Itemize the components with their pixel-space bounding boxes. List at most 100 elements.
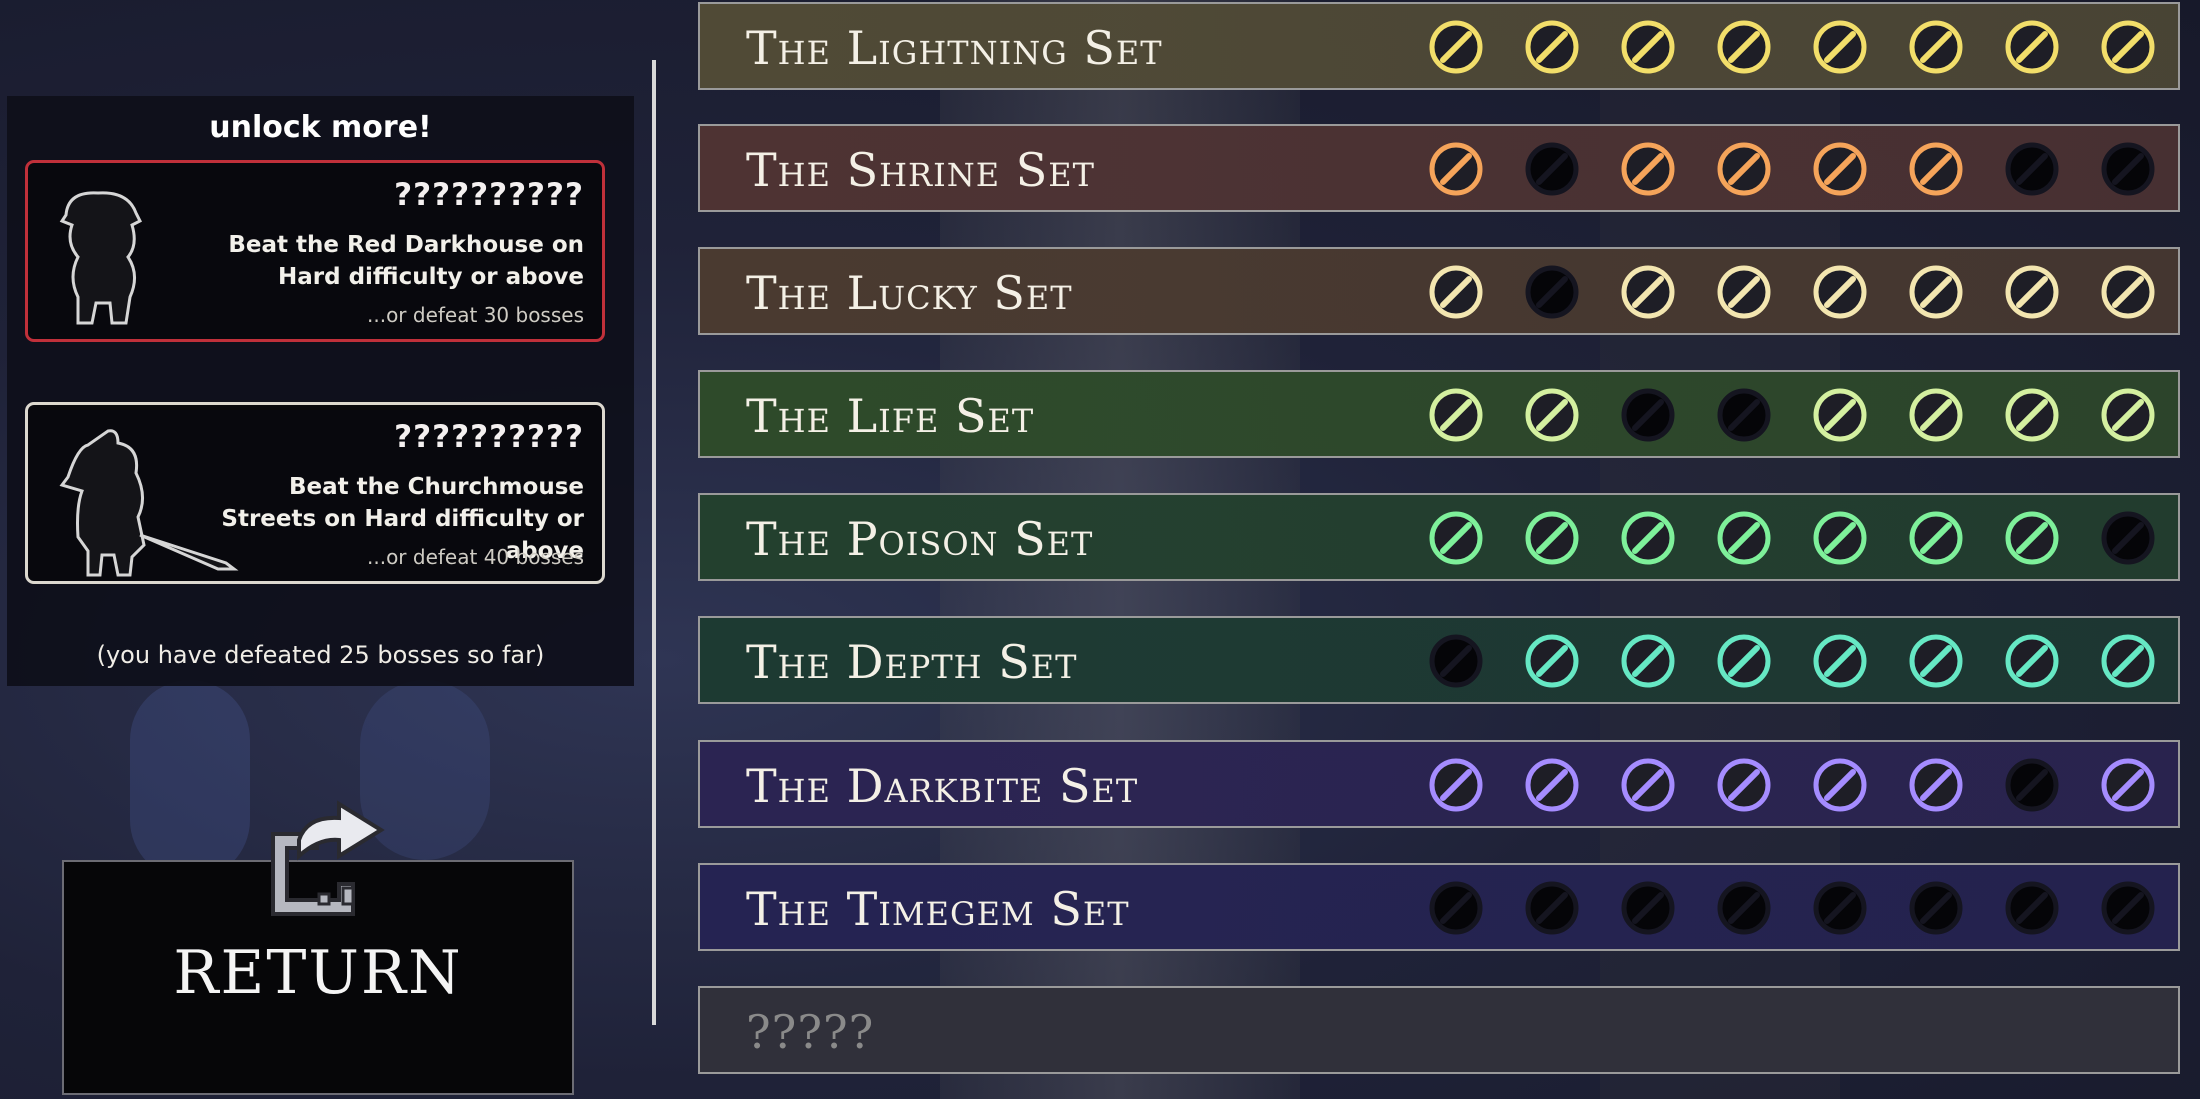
set-name: The Shrine Set [746,143,1095,197]
ring-icon[interactable] [1984,254,2080,330]
set-items [1408,254,2176,330]
set-row-lucky[interactable]: The Lucky Set [698,247,2180,335]
ring-icon[interactable] [1984,131,2080,207]
amulet-icon[interactable] [1792,377,1888,453]
armor-icon[interactable] [2080,131,2176,207]
orb-icon[interactable] [1696,747,1792,823]
gauntlet-icon[interactable] [1792,747,1888,823]
set-items [1408,623,2176,699]
set-name: The Timegem Set [746,882,1130,936]
set-name: The Poison Set [746,512,1094,566]
set-row-shrine[interactable]: The Shrine Set [698,124,2180,212]
wreath-icon[interactable] [2080,377,2176,453]
orb-icon[interactable] [1984,623,2080,699]
set-items [1408,9,2176,85]
set-row-timegem[interactable]: The Timegem Set [698,863,2180,951]
gauntlet-icon[interactable] [1792,500,1888,576]
bosses-defeated-note: (you have defeated 25 bosses so far) [96,641,545,669]
orb-icon[interactable] [1984,870,2080,946]
dress-icon[interactable] [1984,377,2080,453]
return-label: RETURN [173,938,463,1008]
set-items [1408,500,2176,576]
bow-icon[interactable] [1504,131,1600,207]
set-row-lightning[interactable]: The Lightning Set [698,2,2180,90]
unlock-alternative: ...or defeat 40 bosses [367,545,584,569]
shield-icon[interactable] [1888,254,1984,330]
set-name: The Darkbite Set [746,759,1139,813]
blade-icon[interactable] [1504,747,1600,823]
shield-icon[interactable] [1696,870,1792,946]
tome-icon[interactable] [1504,623,1600,699]
book-icon[interactable] [1408,254,1504,330]
staff-icon[interactable] [1504,500,1600,576]
scythe-icon[interactable] [1696,623,1792,699]
bracelet-icon[interactable] [1888,377,1984,453]
return-arrow-icon [271,800,385,916]
dragonfly-icon[interactable] [1888,9,1984,85]
set-items [1408,747,2176,823]
bow-ribbon-icon[interactable] [1888,131,1984,207]
trident-icon[interactable] [1408,9,1504,85]
sword-icon[interactable] [1600,623,1696,699]
unlock-alternative: ...or defeat 30 bosses [367,303,584,327]
cauldron-icon[interactable] [1600,500,1696,576]
glasses-icon[interactable] [1888,870,1984,946]
gauntlet-icon[interactable] [1984,9,2080,85]
unlock-card-red-darkhouse: ?????????? Beat the Red Darkhouse on Har… [25,160,605,342]
sword-icon[interactable] [1504,254,1600,330]
spear-icon[interactable] [1504,870,1600,946]
necklace-icon[interactable] [1888,500,1984,576]
hidden-character-name: ?????????? [394,419,584,455]
bow-icon[interactable] [1696,500,1792,576]
staff-icon[interactable] [1504,9,1600,85]
shell-icon[interactable] [1408,623,1504,699]
unlock-condition: Beat the Red Darkhouse on Hard difficult… [228,232,584,290]
unlock-title: unlock more! [209,110,432,145]
spear-icon[interactable] [1504,377,1600,453]
shrine-robe-icon[interactable] [1792,131,1888,207]
trumpet-icon[interactable] [1600,254,1696,330]
claw-book-icon[interactable] [1600,747,1696,823]
set-row-poison[interactable]: The Poison Set [698,493,2180,581]
stick-icon[interactable] [1408,870,1504,946]
torch-icon[interactable] [1696,131,1792,207]
armor-icon[interactable] [1792,623,1888,699]
set-row-darkbite[interactable]: The Darkbite Set [698,740,2180,828]
locked-character-silhouette-icon [59,191,143,325]
crossbow-icon[interactable] [1600,9,1696,85]
cloak-icon[interactable] [2080,500,2176,576]
set-row-locked: ????? [698,986,2180,1074]
dagger-icon[interactable] [1408,500,1504,576]
ring-icon[interactable] [1792,870,1888,946]
helmet-icon[interactable] [1984,500,2080,576]
necklace-icon[interactable] [2080,623,2176,699]
unlock-panel: unlock more! ?????????? Beat the Red Dar… [7,96,634,686]
set-row-life[interactable]: The Life Set [698,370,2180,458]
dress-icon[interactable] [1792,254,1888,330]
set-name: The Depth Set [746,635,1078,689]
set-row-depth[interactable]: The Depth Set [698,616,2180,704]
set-items [1408,870,2176,946]
bow-icon[interactable] [1696,377,1792,453]
amulet-icon[interactable] [1792,9,1888,85]
hidden-character-name: ?????????? [394,177,584,213]
potion-icon[interactable] [1408,377,1504,453]
wand-icon[interactable] [1696,254,1792,330]
staff-icon[interactable] [1600,131,1696,207]
shield-icon[interactable] [1600,377,1696,453]
knife-icon[interactable] [1408,747,1504,823]
glasses-icon[interactable] [1888,747,1984,823]
set-name: The Lucky Set [746,266,1073,320]
set-name: ????? [746,1005,875,1059]
boots-icon[interactable] [2080,870,2176,946]
set-name: The Life Set [746,389,1035,443]
dagger-icon[interactable] [1600,870,1696,946]
ring-icon[interactable] [1984,747,2080,823]
robe-icon[interactable] [2080,9,2176,85]
sword-icon[interactable] [1408,131,1504,207]
crown-icon[interactable] [2080,747,2176,823]
unlock-card-churchmouse-streets: ?????????? Beat the Churchmouse Streets … [25,402,605,584]
twin-blades-icon[interactable] [1696,9,1792,85]
magnet-icon[interactable] [2080,254,2176,330]
mask-icon[interactable] [1888,623,1984,699]
